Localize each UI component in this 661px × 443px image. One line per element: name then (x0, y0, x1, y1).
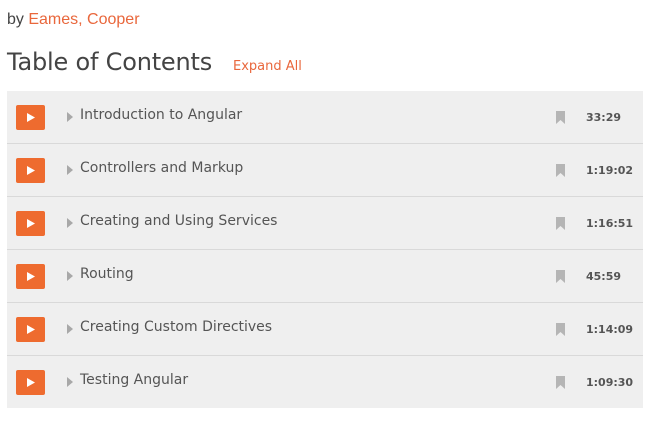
play-icon (27, 219, 35, 228)
module-title[interactable]: Creating and Using Services (80, 213, 277, 229)
module-duration: 33:29 (586, 111, 622, 124)
play-module-button[interactable] (16, 158, 45, 183)
module-duration: 45:59 (586, 270, 622, 283)
toc-module-row: Creating and Using Services 1:16:51 (7, 197, 643, 250)
toc-header: Table of Contents Expand All (7, 48, 302, 82)
module-title[interactable]: Testing Angular (80, 372, 188, 388)
play-icon (27, 325, 35, 334)
toc-module-row: Creating Custom Directives 1:14:09 (7, 303, 643, 356)
toc-module-row: Testing Angular 1:09:30 (7, 356, 643, 408)
module-duration: 1:09:30 (586, 376, 634, 389)
toc-title: Table of Contents (7, 48, 213, 76)
module-title[interactable]: Creating Custom Directives (80, 319, 272, 335)
bookmark-icon[interactable] (556, 111, 565, 124)
play-module-button[interactable] (16, 370, 45, 395)
module-title[interactable]: Introduction to Angular (80, 107, 242, 123)
bookmark-icon[interactable] (556, 164, 565, 177)
bookmark-icon[interactable] (556, 323, 565, 336)
play-module-button[interactable] (16, 317, 45, 342)
toc-module-row: Controllers and Markup 1:19:02 (7, 144, 643, 197)
caret-right-icon[interactable] (66, 271, 74, 281)
play-module-button[interactable] (16, 264, 45, 289)
module-duration: 1:19:02 (586, 164, 634, 177)
bookmark-icon[interactable] (556, 270, 565, 283)
bookmark-icon[interactable] (556, 376, 565, 389)
expand-all-link[interactable]: Expand All (233, 59, 302, 74)
author-link-eames[interactable]: Eames (28, 11, 78, 28)
play-icon (27, 378, 35, 387)
toc-module-row: Routing 45:59 (7, 250, 643, 303)
caret-right-icon[interactable] (66, 377, 74, 387)
byline-prefix: by (7, 11, 24, 28)
author-link-cooper[interactable]: Cooper (87, 11, 139, 28)
play-icon (27, 272, 35, 281)
toc-module-list: Introduction to Angular 33:29 Controller… (7, 91, 643, 408)
bookmark-icon[interactable] (556, 217, 565, 230)
play-module-button[interactable] (16, 211, 45, 236)
caret-right-icon[interactable] (66, 218, 74, 228)
caret-right-icon[interactable] (66, 112, 74, 122)
play-icon (27, 166, 35, 175)
caret-right-icon[interactable] (66, 165, 74, 175)
module-title[interactable]: Routing (80, 266, 134, 282)
module-duration: 1:16:51 (586, 217, 634, 230)
module-duration: 1:14:09 (586, 323, 634, 336)
toc-module-row: Introduction to Angular 33:29 (7, 91, 643, 144)
author-byline: by Eames, Cooper (7, 11, 140, 29)
module-title[interactable]: Controllers and Markup (80, 160, 243, 176)
play-module-button[interactable] (16, 105, 45, 130)
author-separator: , (78, 11, 88, 28)
play-icon (27, 113, 35, 122)
caret-right-icon[interactable] (66, 324, 74, 334)
